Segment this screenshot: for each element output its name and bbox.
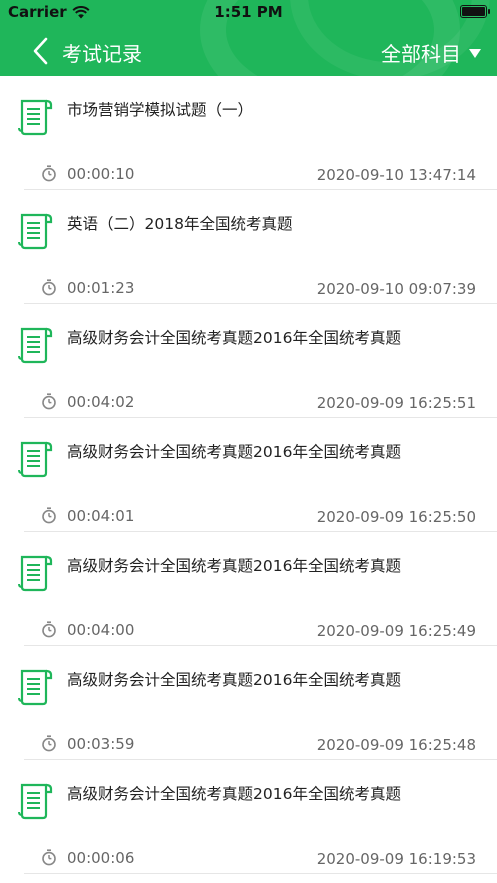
exam-record-row[interactable]: 高级财务会计全国统考真题2016年全国统考真题 00:04:00 2020-09… xyxy=(0,532,497,646)
document-icon xyxy=(18,99,53,136)
exam-record-row[interactable]: 高级财务会计全国统考真题2016年全国统考真题 00:00:06 2020-09… xyxy=(0,760,497,874)
record-duration: 00:04:00 xyxy=(67,621,135,639)
record-title: 高级财务会计全国统考真题2016年全国统考真题 xyxy=(67,785,401,803)
record-title: 高级财务会计全国统考真题2016年全国统考真题 xyxy=(67,671,401,689)
record-datetime: 2020-09-10 13:47:14 xyxy=(316,166,476,184)
back-chevron-icon[interactable] xyxy=(30,37,54,65)
record-duration: 00:00:10 xyxy=(67,165,135,183)
record-duration: 00:00:06 xyxy=(67,849,135,867)
record-datetime: 2020-09-09 16:25:50 xyxy=(316,508,476,526)
record-duration: 00:03:59 xyxy=(67,735,135,753)
subject-filter-dropdown[interactable]: 全部科目 xyxy=(381,38,481,67)
record-datetime: 2020-09-09 16:25:49 xyxy=(316,622,476,640)
record-datetime: 2020-09-09 16:19:53 xyxy=(316,850,476,868)
caret-down-icon xyxy=(469,49,481,58)
stopwatch-icon xyxy=(42,849,56,866)
exam-record-row[interactable]: 高级财务会计全国统考真题2016年全国统考真题 00:03:59 2020-09… xyxy=(0,646,497,760)
record-datetime: 2020-09-09 16:25:48 xyxy=(316,736,476,754)
stopwatch-icon xyxy=(42,507,56,524)
subject-filter-label: 全部科目 xyxy=(381,42,461,66)
record-duration: 00:01:23 xyxy=(67,279,135,297)
exam-record-row[interactable]: 高级财务会计全国统考真题2016年全国统考真题 00:04:01 2020-09… xyxy=(0,418,497,532)
exam-record-list: 市场营销学模拟试题（一） 00:00:10 2020-09-10 13:47:1… xyxy=(0,76,497,874)
record-datetime: 2020-09-09 16:25:51 xyxy=(316,394,476,412)
document-icon xyxy=(18,555,53,592)
stopwatch-icon xyxy=(42,165,56,182)
page-title: 考试记录 xyxy=(62,42,142,66)
document-icon xyxy=(18,213,53,250)
record-title: 高级财务会计全国统考真题2016年全国统考真题 xyxy=(67,557,401,575)
exam-record-row[interactable]: 高级财务会计全国统考真题2016年全国统考真题 00:04:02 2020-09… xyxy=(0,304,497,418)
header: Carrier 1:51 PM 考试记录 全部科目 xyxy=(0,0,497,76)
stopwatch-icon xyxy=(42,279,56,296)
battery-icon xyxy=(460,5,490,18)
exam-record-row[interactable]: 英语（二）2018年全国统考真题 00:01:23 2020-09-10 09:… xyxy=(0,190,497,304)
document-icon xyxy=(18,441,53,478)
record-duration: 00:04:01 xyxy=(67,507,135,525)
row-divider xyxy=(24,873,497,874)
stopwatch-icon xyxy=(42,621,56,638)
status-bar: Carrier 1:51 PM xyxy=(0,0,497,24)
record-title: 高级财务会计全国统考真题2016年全国统考真题 xyxy=(67,329,401,347)
nav-bar: 考试记录 全部科目 xyxy=(0,26,497,74)
exam-record-row[interactable]: 市场营销学模拟试题（一） 00:00:10 2020-09-10 13:47:1… xyxy=(0,76,497,190)
record-title: 英语（二）2018年全国统考真题 xyxy=(67,215,293,233)
document-icon xyxy=(18,669,53,706)
document-icon xyxy=(18,327,53,364)
record-duration: 00:04:02 xyxy=(67,393,135,411)
stopwatch-icon xyxy=(42,735,56,752)
document-icon xyxy=(18,783,53,820)
record-datetime: 2020-09-10 09:07:39 xyxy=(316,280,476,298)
stopwatch-icon xyxy=(42,393,56,410)
record-title: 市场营销学模拟试题（一） xyxy=(67,101,254,119)
status-time: 1:51 PM xyxy=(214,3,283,21)
record-title: 高级财务会计全国统考真题2016年全国统考真题 xyxy=(67,443,401,461)
